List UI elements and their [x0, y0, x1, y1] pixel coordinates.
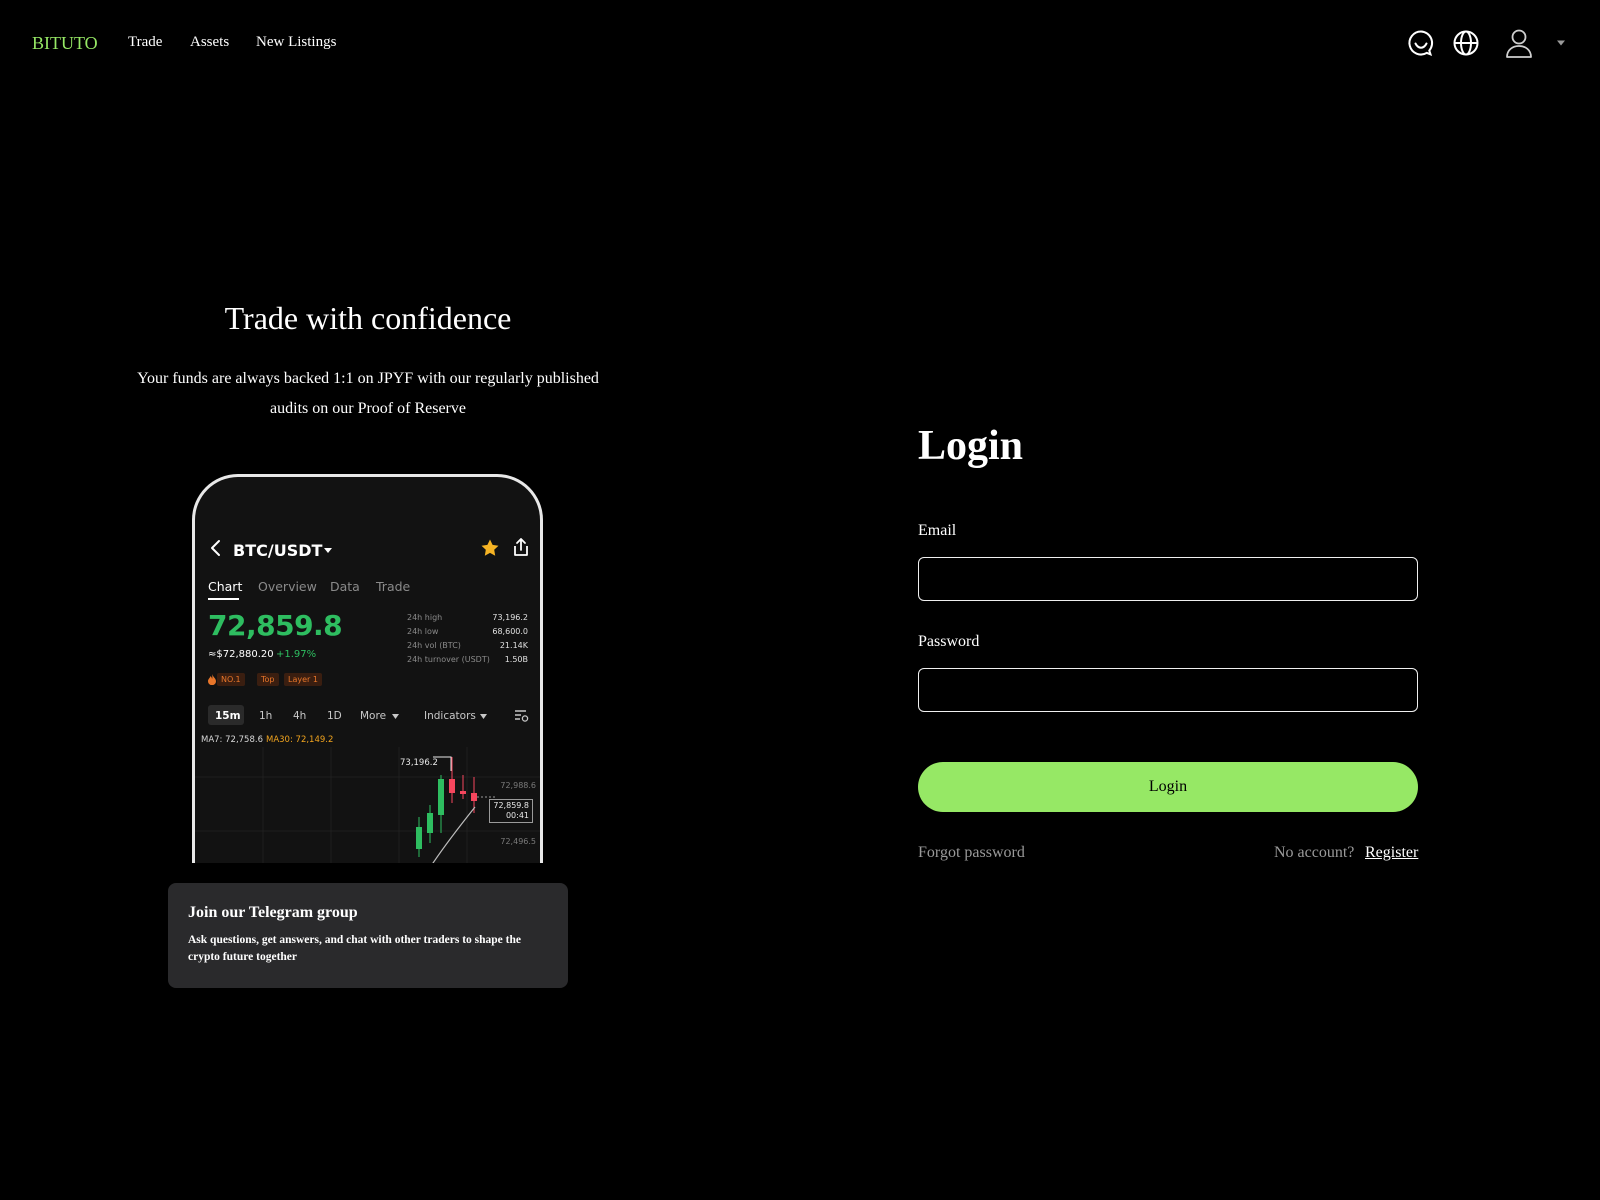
trading-pair-label: BTC/USDT [233, 541, 323, 560]
tag-badge: Layer 1 [284, 673, 322, 686]
brand-logo[interactable]: BITUTO [32, 33, 98, 54]
nav-new-listings-link[interactable]: New Listings [256, 34, 336, 51]
forgot-password-link[interactable]: Forgot password [918, 844, 1025, 862]
stat-value: 73,196.2 [492, 613, 528, 622]
stat-label: 24h high [407, 613, 443, 622]
back-arrow-icon [211, 540, 220, 556]
chart-high-label: 73,196.2 [400, 758, 438, 768]
ma30-label: MA30: 72,149.2 [266, 735, 334, 745]
price-change: +1.97% [276, 649, 317, 660]
register-link[interactable]: Register [1365, 844, 1418, 862]
share-icon [514, 538, 528, 556]
login-button[interactable]: Login [918, 762, 1418, 812]
timeframe-more: More [360, 710, 387, 722]
stat-label: 24h vol (BTC) [407, 641, 461, 650]
password-field[interactable] [918, 668, 1418, 712]
indicators-dropdown-icon [480, 714, 487, 719]
phone-tab-trade: Trade [376, 579, 411, 594]
phone-tab-overview: Overview [258, 579, 317, 594]
timeframe-4h: 4h [293, 710, 307, 722]
login-title: Login [918, 423, 1024, 469]
more-dropdown-icon [392, 714, 399, 719]
tag-badge: NO.1 [217, 673, 245, 686]
no-account-text: No account? [1274, 844, 1355, 861]
hero-subtitle: Your funds are always backed 1:1 on JPYF… [137, 370, 599, 417]
active-tab-indicator [208, 598, 239, 600]
telegram-card[interactable]: Join our Telegram group Ask questions, g… [168, 883, 568, 988]
candle [438, 779, 444, 815]
chart-settings-icon [515, 710, 529, 722]
candle [449, 779, 455, 793]
phone-tab-data: Data [330, 579, 360, 594]
stat-value: 68,600.0 [492, 627, 528, 636]
user-icon[interactable] [1503, 27, 1535, 59]
candlestick-chart [195, 747, 540, 863]
candle [416, 827, 422, 849]
price-axis-label: 72,496.5 [500, 837, 536, 846]
app-phone-mockup: BTC/USDT Chart Overview Data Trade 72,85… [192, 474, 543, 863]
star-icon [481, 539, 499, 556]
email-label: Email [918, 522, 957, 539]
timeframe-1h: 1h [259, 710, 273, 722]
candle-countdown: 00:41 [505, 811, 529, 820]
pair-dropdown-icon [324, 548, 332, 553]
indicators-button: Indicators [424, 710, 476, 722]
candle [427, 813, 433, 833]
timeframe-15m: 15m [215, 710, 241, 722]
last-price: 72,859.8 [208, 609, 343, 642]
telegram-description: Ask questions, get answers, and chat wit… [188, 934, 521, 963]
timeframe-1d: 1D [327, 710, 342, 722]
current-price-marker: 72,859.8 00:41 [489, 799, 533, 823]
stat-value: 1.50B [504, 655, 528, 664]
email-field[interactable] [918, 557, 1418, 601]
nav-assets-link[interactable]: Assets [190, 34, 229, 51]
support-chat-icon[interactable] [1406, 28, 1436, 58]
price-axis-label: 72,988.6 [500, 781, 536, 790]
stat-label: 24h low [407, 627, 439, 636]
nav-trade-link[interactable]: Trade [128, 34, 162, 51]
fiat-price: ≈$72,880.20 [208, 649, 274, 660]
flame-icon [208, 674, 216, 685]
tag-badge: Top [257, 673, 279, 686]
caret-down-icon[interactable] [1556, 39, 1566, 47]
candle [471, 793, 477, 801]
ma7-label: MA7: 72,758.6 [201, 735, 263, 745]
stat-label: 24h turnover (USDT) [407, 655, 490, 664]
top-nav-bar: BITUTO Trade Assets New Listings [0, 0, 1600, 86]
password-label: Password [918, 633, 980, 650]
hero-title: Trade with confidence [224, 300, 512, 336]
phone-tab-chart: Chart [208, 579, 243, 594]
stat-value: 21.14K [499, 641, 528, 650]
telegram-title: Join our Telegram group [188, 904, 358, 921]
globe-icon[interactable] [1451, 28, 1481, 58]
current-price-value: 72,859.8 [493, 801, 529, 810]
candle [460, 791, 466, 794]
